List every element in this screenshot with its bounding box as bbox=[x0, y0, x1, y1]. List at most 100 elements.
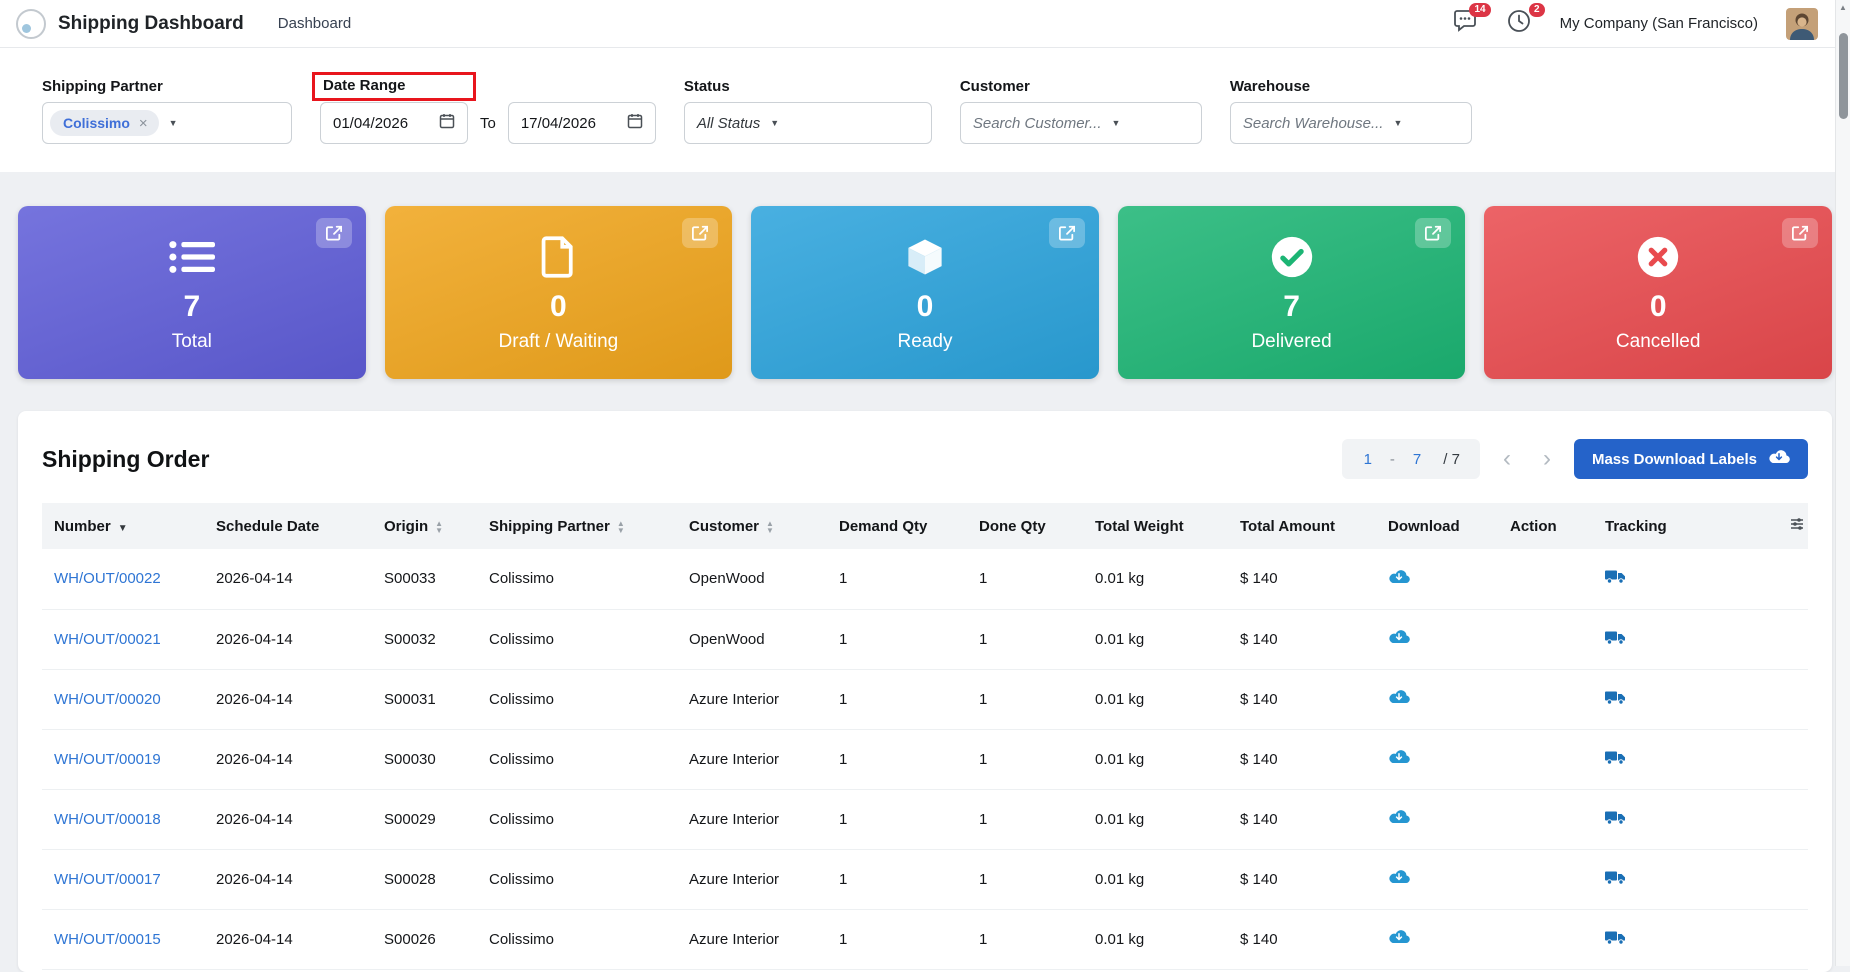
nav-item-dashboard[interactable]: Dashboard bbox=[278, 15, 351, 32]
calendar-icon bbox=[439, 113, 455, 133]
download-label-button[interactable] bbox=[1376, 669, 1498, 729]
cloud-download-icon bbox=[1768, 449, 1790, 469]
date-to-input[interactable]: 17/04/2026 bbox=[508, 102, 656, 144]
col-schedule-date[interactable]: Schedule Date bbox=[204, 503, 372, 549]
origin-cell: S00026 bbox=[372, 909, 477, 969]
col-done-qty[interactable]: Done Qty bbox=[967, 503, 1083, 549]
user-avatar[interactable] bbox=[1786, 8, 1818, 40]
shipping-partner-cell: Colissimo bbox=[477, 909, 677, 969]
download-label-button[interactable] bbox=[1376, 609, 1498, 669]
pagination-end[interactable]: 7 bbox=[1401, 451, 1433, 468]
external-link-icon[interactable] bbox=[316, 218, 352, 248]
origin-cell: S00030 bbox=[372, 729, 477, 789]
total-weight-cell: 0.01 kg bbox=[1083, 849, 1228, 909]
shipping-partner-select[interactable]: Colissimo × ▼ bbox=[42, 102, 292, 144]
order-number-link[interactable]: WH/OUT/00020 bbox=[54, 691, 161, 708]
stat-card-cancelled[interactable]: 0 Cancelled bbox=[1484, 206, 1832, 379]
stat-card-draft-waiting[interactable]: 0 Draft / Waiting bbox=[385, 206, 733, 379]
order-number-link[interactable]: WH/OUT/00018 bbox=[54, 811, 161, 828]
spacer-cell bbox=[1713, 609, 1808, 669]
col-shipping-partner[interactable]: Shipping Partner▲▼ bbox=[477, 503, 677, 549]
origin-cell: S00031 bbox=[372, 669, 477, 729]
col-origin[interactable]: Origin▲▼ bbox=[372, 503, 477, 549]
done-qty-cell: 1 bbox=[967, 549, 1083, 609]
demand-qty-cell: 1 bbox=[827, 849, 967, 909]
company-switcher[interactable]: My Company (San Francisco) bbox=[1560, 15, 1758, 32]
total-weight-cell: 0.01 kg bbox=[1083, 729, 1228, 789]
order-number-link[interactable]: WH/OUT/00015 bbox=[54, 931, 161, 948]
filter-status: Status All Status ▼ bbox=[684, 70, 932, 144]
cube-icon bbox=[903, 233, 947, 281]
total-weight-cell: 0.01 kg bbox=[1083, 609, 1228, 669]
download-label-button[interactable] bbox=[1376, 789, 1498, 849]
shipping-partner-cell: Colissimo bbox=[477, 849, 677, 909]
spacer-cell bbox=[1713, 909, 1808, 969]
mass-download-labels-button[interactable]: Mass Download Labels bbox=[1574, 439, 1808, 479]
download-label-button[interactable] bbox=[1376, 849, 1498, 909]
external-link-icon[interactable] bbox=[1782, 218, 1818, 248]
stat-card-ready[interactable]: 0 Ready bbox=[751, 206, 1099, 379]
action-cell bbox=[1498, 609, 1593, 669]
navbar-right: 14 2 My Company (San Francisco) bbox=[1452, 8, 1818, 40]
tracking-button[interactable] bbox=[1593, 909, 1713, 969]
table-header-row: Number▼ Schedule Date Origin▲▼ Shipping … bbox=[42, 503, 1808, 549]
messages-badge: 14 bbox=[1469, 3, 1490, 17]
col-number[interactable]: Number▼ bbox=[42, 503, 204, 549]
filter-shipping-partner: Shipping Partner Colissimo × ▼ bbox=[42, 70, 292, 144]
external-link-icon[interactable] bbox=[682, 218, 718, 248]
sort-icon: ▲▼ bbox=[766, 520, 774, 534]
order-number-link[interactable]: WH/OUT/00019 bbox=[54, 751, 161, 768]
column-options-icon[interactable] bbox=[1790, 518, 1804, 535]
date-from-input[interactable]: 01/04/2026 bbox=[320, 102, 468, 144]
stat-cards-row: 7 Total 0 Draft / Waiting 0 Ready 7 Deli… bbox=[0, 172, 1850, 379]
tracking-button[interactable] bbox=[1593, 849, 1713, 909]
pagination-next-icon[interactable]: › bbox=[1534, 447, 1560, 471]
order-number-link[interactable]: WH/OUT/00022 bbox=[54, 570, 161, 587]
truck-icon bbox=[1605, 571, 1626, 588]
tracking-button[interactable] bbox=[1593, 729, 1713, 789]
col-customer[interactable]: Customer▲▼ bbox=[677, 503, 827, 549]
action-cell bbox=[1498, 729, 1593, 789]
tracking-button[interactable] bbox=[1593, 609, 1713, 669]
pagination-prev-icon[interactable]: ‹ bbox=[1494, 447, 1520, 471]
activities-badge: 2 bbox=[1529, 3, 1545, 17]
demand-qty-cell: 1 bbox=[827, 789, 967, 849]
filter-customer: Customer Search Customer... ▼ bbox=[960, 70, 1202, 144]
vertical-scrollbar[interactable]: ▲ bbox=[1835, 0, 1850, 966]
stat-card-delivered[interactable]: 7 Delivered bbox=[1118, 206, 1466, 379]
truck-icon bbox=[1605, 752, 1626, 769]
tracking-button[interactable] bbox=[1593, 789, 1713, 849]
scrollbar-thumb[interactable] bbox=[1839, 33, 1848, 119]
remove-tag-icon[interactable]: × bbox=[139, 116, 148, 131]
order-number-link[interactable]: WH/OUT/00017 bbox=[54, 871, 161, 888]
done-qty-cell: 1 bbox=[967, 849, 1083, 909]
messages-button[interactable]: 14 bbox=[1452, 11, 1478, 37]
col-total-amount[interactable]: Total Amount bbox=[1228, 503, 1376, 549]
download-label-button[interactable] bbox=[1376, 549, 1498, 609]
app-logo-icon[interactable] bbox=[16, 9, 46, 39]
col-options[interactable] bbox=[1713, 503, 1808, 549]
done-qty-cell: 1 bbox=[967, 609, 1083, 669]
pagination-start[interactable]: 1 bbox=[1352, 451, 1384, 468]
tracking-button[interactable] bbox=[1593, 549, 1713, 609]
total-amount-cell: $ 140 bbox=[1228, 909, 1376, 969]
scroll-up-icon[interactable]: ▲ bbox=[1839, 3, 1847, 12]
external-link-icon[interactable] bbox=[1415, 218, 1451, 248]
download-label-button[interactable] bbox=[1376, 909, 1498, 969]
cloud-download-icon bbox=[1388, 692, 1410, 709]
activities-button[interactable]: 2 bbox=[1506, 11, 1532, 37]
customer-cell: Azure Interior bbox=[677, 849, 827, 909]
download-label-button[interactable] bbox=[1376, 729, 1498, 789]
external-link-icon[interactable] bbox=[1049, 218, 1085, 248]
warehouse-search-input[interactable]: Search Warehouse... ▼ bbox=[1230, 102, 1472, 144]
status-select[interactable]: All Status ▼ bbox=[684, 102, 932, 144]
order-number-link[interactable]: WH/OUT/00021 bbox=[54, 631, 161, 648]
stat-card-total[interactable]: 7 Total bbox=[18, 206, 366, 379]
col-total-weight[interactable]: Total Weight bbox=[1083, 503, 1228, 549]
x-circle-icon bbox=[1636, 233, 1680, 281]
customer-search-input[interactable]: Search Customer... ▼ bbox=[960, 102, 1202, 144]
shipping-partner-label: Shipping Partner bbox=[42, 78, 163, 95]
tracking-button[interactable] bbox=[1593, 669, 1713, 729]
col-demand-qty[interactable]: Demand Qty bbox=[827, 503, 967, 549]
origin-cell: S00032 bbox=[372, 609, 477, 669]
